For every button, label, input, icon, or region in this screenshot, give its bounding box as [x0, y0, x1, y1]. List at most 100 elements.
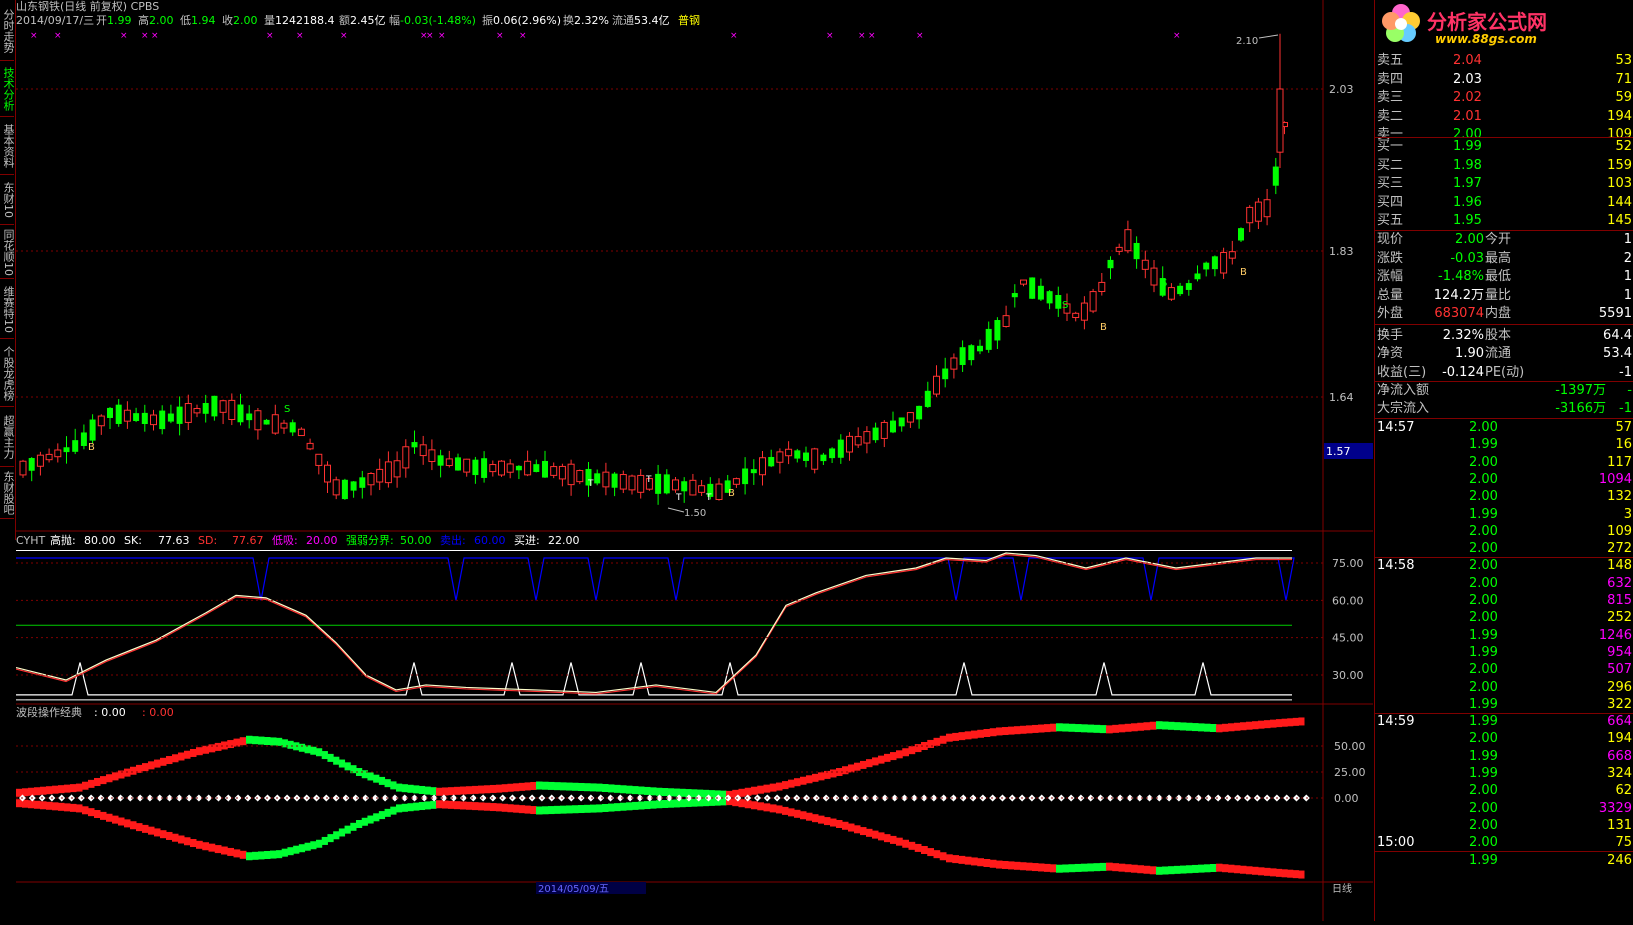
- wave-band-upper: [614, 784, 621, 793]
- flow-label: 大宗流入: [1377, 401, 1430, 416]
- nav-tab[interactable]: 维赛特10: [0, 280, 15, 339]
- candle: [594, 469, 601, 486]
- cyht-sk-line: [15, 552, 1292, 694]
- candle-body: [942, 368, 949, 380]
- marker-x: ×: [858, 31, 866, 41]
- wave-band-lower: [1292, 870, 1299, 879]
- candle-body: [1203, 262, 1210, 270]
- candle-body: [332, 479, 340, 496]
- quote-label: 总量: [1377, 287, 1404, 303]
- marker-x: ×: [916, 31, 924, 41]
- tick-row: 2.00 3329: [1375, 800, 1633, 817]
- candle-body: [1263, 199, 1271, 218]
- wave-band-lower: [1258, 867, 1265, 876]
- candle: [228, 393, 236, 426]
- candle-body: [498, 460, 505, 476]
- candle-body: [1177, 285, 1184, 295]
- candle-body: [768, 456, 775, 467]
- wave-band-upper: [854, 762, 861, 771]
- wave-band-lower: [430, 800, 437, 809]
- tick-price: 2.00: [1469, 731, 1498, 747]
- wave-band-upper: [996, 727, 1003, 736]
- wave-band-upper: [1168, 721, 1175, 730]
- candle: [985, 321, 992, 353]
- quote-label: 最低: [1485, 269, 1512, 284]
- candle-body: [376, 468, 384, 483]
- candle: [1002, 305, 1010, 328]
- wave-band-upper: [112, 772, 119, 781]
- candle-body: [1002, 315, 1010, 327]
- wave-zero-marker: [107, 794, 115, 802]
- wave-band-lower: [860, 827, 867, 836]
- wave-band-lower: [1192, 864, 1199, 873]
- header-field: 换: [563, 13, 574, 27]
- nav-tab[interactable]: 技术分析: [0, 62, 15, 117]
- cyht-legend-label: 买进:: [514, 534, 540, 547]
- candle: [950, 353, 958, 379]
- candle: [324, 461, 331, 494]
- tick-volume: 3: [1623, 506, 1632, 522]
- kline-chart-svg[interactable]: 山东钢铁(日线 前复权) CPBS2014/09/17/三开 1.99 高 2.00 低…: [15, 0, 1373, 921]
- wave-band-lower: [812, 814, 819, 823]
- chart-area[interactable]: 山东钢铁(日线 前复权) CPBS 2014/09/17/三开 1.99 高 2.00 低…: [15, 0, 1373, 921]
- wave-band-upper: [590, 783, 597, 792]
- wave-band-lower: [769, 804, 777, 813]
- wave-band-lower: [638, 801, 645, 810]
- candle: [176, 396, 183, 436]
- candle-body: [289, 422, 296, 433]
- candle: [542, 450, 548, 478]
- wave-band-upper: [1020, 725, 1027, 734]
- wave-band-upper: [1270, 719, 1277, 728]
- candle: [254, 408, 262, 440]
- nav-tab[interactable]: 分时走势: [0, 2, 15, 61]
- wave-band-lower: [373, 813, 380, 822]
- wave-band-lower: [824, 817, 831, 826]
- wave-band-upper: [1198, 723, 1205, 732]
- candle: [968, 344, 975, 366]
- tick-volume: 322: [1607, 696, 1632, 712]
- wave-band-upper: [638, 786, 645, 795]
- tick-volume: 815: [1607, 593, 1632, 608]
- candle-body: [123, 409, 131, 422]
- wave-panel[interactable]: 波段操作经典: 0.00: 0.00: [16, 705, 1310, 879]
- candle: [880, 420, 888, 448]
- wave-band-lower: [196, 840, 203, 849]
- wave-band-lower: [442, 800, 449, 809]
- wave-band-lower: [239, 850, 247, 859]
- wave-band-lower: [460, 801, 467, 810]
- wave-band-upper: [1081, 724, 1088, 733]
- wave-band-upper: [460, 786, 467, 795]
- candle: [28, 457, 35, 482]
- quote-value: -1.48%: [1438, 269, 1484, 284]
- wave-band-lower: [214, 845, 222, 854]
- nav-tab[interactable]: 同花顺10: [0, 226, 15, 279]
- nav-tab[interactable]: 基本资料: [0, 118, 15, 175]
- wave-band-lower: [620, 802, 627, 811]
- candle: [550, 462, 558, 479]
- wave-band-lower: [977, 858, 984, 867]
- sell-signal-marker: S: [1161, 278, 1167, 289]
- quote-value: 1: [1623, 269, 1632, 284]
- quote-value: -0.124: [1442, 364, 1484, 380]
- cyht-legend-label: SK:: [124, 534, 142, 547]
- candle: [219, 399, 227, 425]
- candle-body: [1133, 242, 1140, 260]
- wave-band-upper: [1246, 721, 1253, 730]
- wave-band-lower: [1002, 860, 1009, 869]
- nav-tab[interactable]: 超赢主力: [0, 408, 15, 467]
- nav-tab[interactable]: 东财10: [0, 176, 15, 225]
- wave-band-upper: [830, 769, 837, 778]
- wave-band-upper: [1258, 720, 1265, 729]
- tick-row: 2.00 132: [1375, 488, 1633, 505]
- nav-tab[interactable]: 东财股吧: [0, 468, 15, 519]
- ask-volume: 59: [1615, 90, 1632, 105]
- wave-band-upper: [927, 739, 934, 748]
- wave-band-upper: [1264, 720, 1271, 729]
- wave-band-lower: [524, 805, 531, 814]
- quote-value: 5591: [1598, 306, 1632, 321]
- wave-band-lower: [644, 801, 651, 810]
- wave-band-upper: [401, 784, 408, 793]
- nav-tab[interactable]: 个股龙虎榜: [0, 340, 15, 407]
- wave-band-lower: [572, 805, 579, 814]
- candle: [1238, 227, 1244, 242]
